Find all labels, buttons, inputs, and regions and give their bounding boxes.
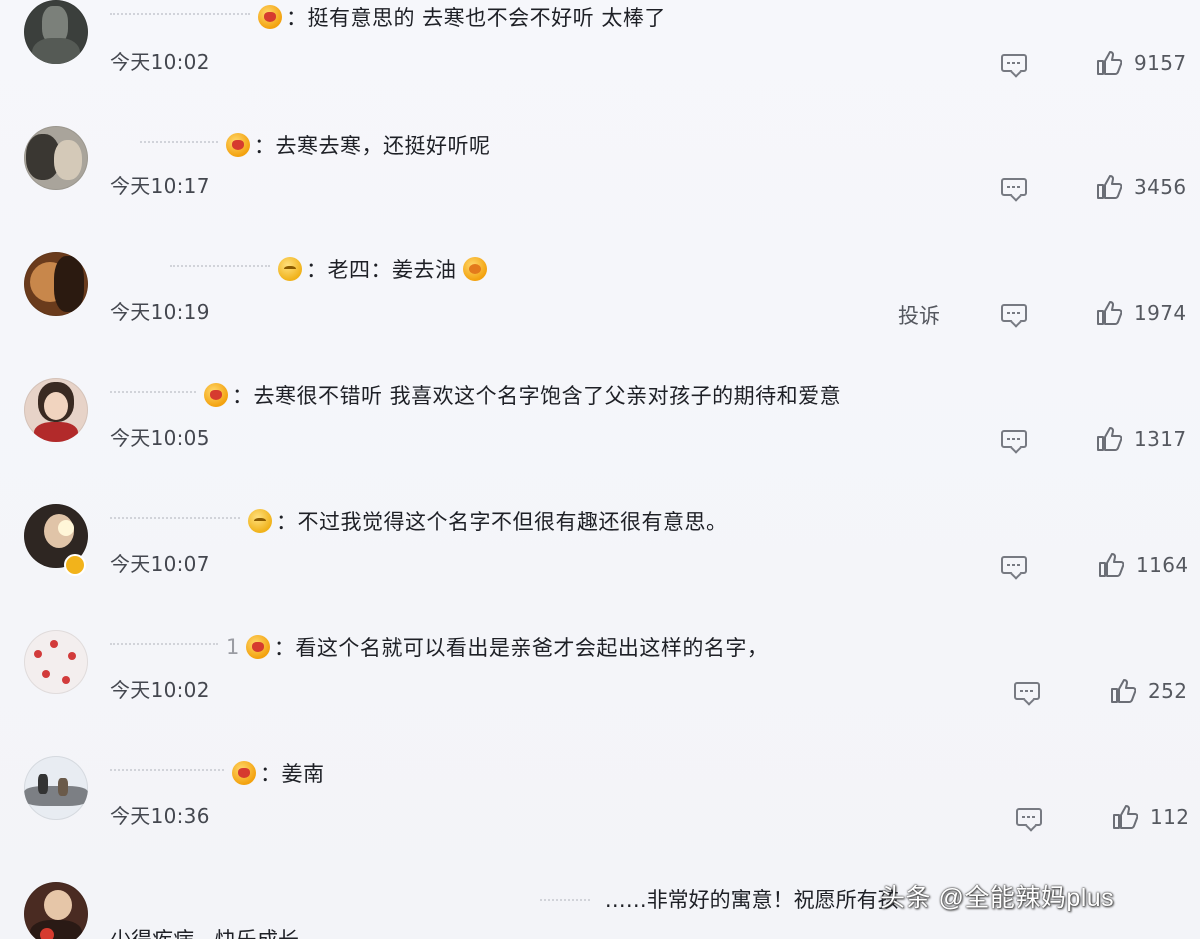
like-button[interactable]: 1164 [1098,552,1189,578]
like-count: 1164 [1136,553,1189,577]
comment-list-page: ：挺有意思的 去寒也不会不好听 太棒了 今天10:02 9157 ：去寒去寒，还… [0,0,1200,939]
avatar[interactable] [24,126,88,190]
comment-line: ：老四：姜去油 [170,252,491,286]
fan-badge-icon [258,5,282,29]
thumbs-up-icon [1098,552,1124,578]
comment-text: ……非常好的寓意！祝愿所有孩 [540,884,899,914]
username-blurred[interactable] [110,517,240,525]
comment-item: 1 ：看这个名就可以看出是亲爸才会起出这样的名字， 今天10:02 252 [0,630,1200,756]
username-blurred[interactable] [110,769,224,777]
avatar[interactable] [24,630,88,694]
comment-text: ：老四：姜去油 [306,258,457,282]
comment-line: 1 ：看这个名就可以看出是亲爸才会起出这样的名字， [110,630,768,664]
comment-icon[interactable] [1001,54,1027,72]
thumbs-up-icon [1110,678,1136,704]
avatar[interactable] [24,0,88,64]
fan-badge-icon [232,761,256,785]
comment-text: ：挺有意思的 去寒也不会不好听 太棒了 [286,6,666,30]
comment-icon[interactable] [1001,430,1027,448]
username-blurred[interactable] [170,265,270,273]
comment-line: ：姜南 [110,756,325,790]
username-blurred[interactable] [110,391,196,399]
thumbs-up-icon [1112,804,1138,830]
comment-time: 今天10:36 [110,804,210,828]
comment-text: ：去寒很不错听 我喜欢这个名字饱含了父亲对孩子的期待和爱意 [232,384,842,408]
comment-line: ：去寒去寒，还挺好听呢 [140,128,491,162]
like-button[interactable]: 112 [1112,804,1189,830]
username-blurred[interactable] [140,141,218,149]
comment-icon[interactable] [1001,556,1027,574]
fan-badge-icon [245,635,270,659]
fan-badge-icon [248,509,272,533]
like-button[interactable]: 9157 [1096,50,1187,76]
avatar[interactable] [24,882,88,939]
comment-line: ：不过我觉得这个名字不但很有趣还很有意思。 [110,504,728,538]
like-count: 9157 [1134,51,1187,75]
watermark: 头条 @全能辣妈plus [880,884,1115,912]
badge-icon [40,928,54,939]
comment-text-line2: 少得疾病，快乐成长 [110,924,299,939]
comment-time: 今天10:07 [110,552,210,576]
username-fragment: 1 [226,635,240,659]
comment-time: 今天10:02 [110,50,210,74]
comment-text: ：不过我觉得这个名字不但很有趣还很有意思。 [276,510,728,534]
verified-badge-icon [64,554,86,576]
comment-time: 今天10:17 [110,174,210,198]
avatar[interactable] [24,378,88,442]
comment-item: ：挺有意思的 去寒也不会不好听 太棒了 今天10:02 9157 [0,0,1200,126]
comment-text: ：姜南 [260,762,325,786]
comment-icon[interactable] [1014,682,1040,700]
like-button[interactable]: 1974 [1096,300,1187,326]
like-count: 252 [1148,679,1188,703]
report-button[interactable]: 投诉 [898,300,940,330]
like-button[interactable]: 1317 [1096,426,1187,452]
avatar[interactable] [24,252,88,316]
comment-icon[interactable] [1001,304,1027,322]
comment-text-prefix: ……非常好的寓意！祝愿所有孩 [604,888,899,912]
like-button[interactable]: 3456 [1096,174,1187,200]
username-blurred[interactable] [110,13,250,21]
laughing-emoji-icon [462,257,487,281]
comment-icon[interactable] [1001,178,1027,196]
fan-badge-icon [226,133,250,157]
thumbs-up-icon [1096,426,1122,452]
comment-time: 今天10:05 [110,426,210,450]
comment-time: 今天10:02 [110,678,210,702]
like-button[interactable]: 252 [1110,678,1187,704]
fan-badge-icon [204,383,228,407]
like-count: 1317 [1134,427,1187,451]
comment-item: ：去寒去寒，还挺好听呢 今天10:17 3456 [0,126,1200,252]
comment-line: ：挺有意思的 去寒也不会不好听 太棒了 [110,0,666,34]
fan-badge-icon [278,257,302,281]
like-count: 1974 [1134,301,1187,325]
thumbs-up-icon [1096,50,1122,76]
thumbs-up-icon [1096,174,1122,200]
comment-item: ：姜南 今天10:36 112 [0,756,1200,882]
like-count: 112 [1150,805,1190,829]
comment-item: ：不过我觉得这个名字不但很有趣还很有意思。 今天10:07 1164 [0,504,1200,630]
like-count: 3456 [1134,175,1187,199]
comment-text: ：去寒去寒，还挺好听呢 [254,134,491,158]
comment-item: ：去寒很不错听 我喜欢这个名字饱含了父亲对孩子的期待和爱意 今天10:05 13… [0,378,1200,504]
comment-item: ：老四：姜去油 今天10:19 投诉 1974 [0,252,1200,378]
comment-line: ：去寒很不错听 我喜欢这个名字饱含了父亲对孩子的期待和爱意 [110,378,841,412]
thumbs-up-icon [1096,300,1122,326]
comment-icon[interactable] [1016,808,1042,826]
comment-time: 今天10:19 [110,300,210,324]
username-blurred[interactable] [110,643,218,651]
avatar[interactable] [24,756,88,820]
comment-text: ：看这个名就可以看出是亲爸才会起出这样的名字， [273,636,769,660]
username-blurred[interactable] [540,899,590,907]
